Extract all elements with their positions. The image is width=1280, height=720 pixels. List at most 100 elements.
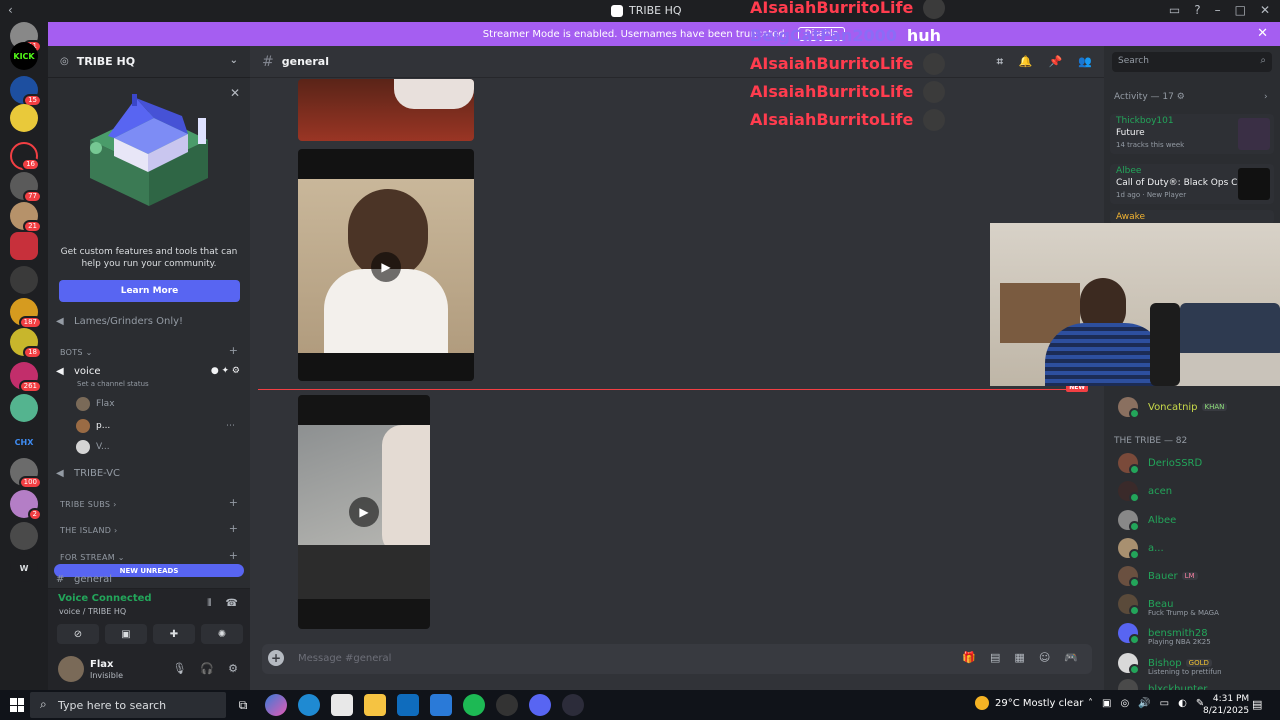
channel-lames[interactable]: ◀ Lames/Grinders Only! [56,312,242,330]
minimize-button[interactable]: – [1215,3,1221,17]
bell-icon[interactable]: 🔔 [1019,55,1033,69]
server-header[interactable]: ◎ TRIBE HQ ⌄ [48,46,250,78]
server-icon[interactable] [10,522,38,550]
app-icon[interactable] [430,694,452,716]
add-attachment-icon[interactable]: + [268,650,284,666]
gear-icon[interactable]: ⚙ [228,662,238,675]
category-tribe-subs[interactable]: TRIBE SUBS › [60,500,117,509]
add-channel-icon[interactable]: + [229,522,238,535]
avatar[interactable] [58,656,84,682]
video-attachment[interactable]: ▶ [298,149,474,381]
inbox-icon[interactable]: ▭ [1169,3,1180,17]
member-item[interactable]: Voncatnip KHAN [1118,396,1228,419]
activity-header[interactable]: Activity — 17 ⚙ › [1114,92,1268,102]
video-attachment[interactable]: ▶ [298,395,430,629]
channel-tribe-vc[interactable]: ◀ TRIBE-VC [56,464,242,482]
server-icon[interactable]: 16 [10,142,40,171]
clock[interactable]: 4:31 PM 8/21/2025 [1203,693,1249,717]
close-promo-icon[interactable]: ✕ [230,86,240,100]
category-bots[interactable]: BOTS ⌄ [60,348,93,357]
sticker-icon[interactable]: ▦ [1014,651,1024,664]
chevron-down-icon[interactable]: ⌄ [230,55,238,66]
gift-icon[interactable]: 🎁 [962,651,976,664]
server-icon[interactable] [10,266,38,294]
server-icon[interactable]: 18 [10,328,42,359]
edge-icon[interactable] [298,694,320,716]
server-icon-w[interactable]: W [10,554,38,582]
folder-icon[interactable] [364,694,386,716]
network-icon[interactable]: ▭ [1160,698,1169,709]
voice-user[interactable]: Flax [76,395,115,413]
volume-icon[interactable]: 🔊 [1138,698,1150,709]
channel-status[interactable]: Set a channel status [77,380,149,388]
server-icon[interactable]: 21 [10,202,42,233]
learn-more-button[interactable]: Learn More [59,280,240,302]
search-input[interactable]: Search ⌕ [1112,52,1272,72]
server-icon[interactable]: 261 [10,362,42,393]
close-window-button[interactable]: ✕ [1260,3,1270,17]
outlook-icon[interactable] [397,694,419,716]
video-attachment[interactable] [298,79,474,141]
play-icon[interactable]: ▶ [371,252,401,282]
server-icon[interactable]: 187 [10,298,42,329]
chevron-right-icon[interactable]: › [1264,92,1268,102]
help-icon[interactable]: ? [1194,3,1200,17]
server-icon[interactable] [10,394,38,422]
message-input[interactable]: Message #general [298,653,391,664]
member-item[interactable]: Albee [1118,509,1176,532]
server-icon[interactable]: 77 [10,172,42,203]
tray-app-icon[interactable]: ▣ [1102,698,1111,709]
server-icon[interactable]: 100 [10,458,42,489]
threads-icon[interactable]: ⌗ [997,55,1003,69]
activity-card[interactable]: Thickboy101 Future 14 tracks this week [1110,114,1274,154]
disconnect-icon[interactable]: ☎ [226,598,238,609]
activity-button[interactable]: ✚ [153,624,195,644]
member-list-icon[interactable]: 👥 [1078,55,1092,69]
member-item[interactable]: acen [1118,480,1172,503]
server-icon[interactable]: 15 [10,76,42,107]
obs-icon[interactable] [496,694,518,716]
channel-voice[interactable]: ◀ voice ● ✦ ⚙ [56,362,242,380]
server-icon-kick[interactable]: KICK [10,42,38,70]
member-item[interactable]: Beau Fuck Trump & MAGA [1118,593,1219,617]
noise-suppression-icon[interactable]: ⦀ [207,598,211,609]
spotify-icon[interactable] [463,694,485,716]
voice-location[interactable]: voice / TRIBE HQ [59,607,126,616]
add-channel-icon[interactable]: + [229,496,238,509]
tray-app-icon[interactable]: ◐ [1178,698,1187,709]
camera-off-button[interactable]: ⊘ [57,624,99,644]
category-the-island[interactable]: THE ISLAND › [60,526,118,535]
taskbar-search[interactable]: ⌕ Type here to search [30,692,226,718]
add-channel-icon[interactable]: + [229,549,238,562]
server-icon-chx[interactable]: CHX [10,428,38,456]
start-button[interactable] [10,698,24,712]
member-item[interactable]: blxckhunter [1118,678,1207,690]
server-icon[interactable] [10,104,38,132]
member-item[interactable]: Bauer LM [1118,565,1198,588]
app-icon[interactable] [562,694,584,716]
notification-icon[interactable]: ▤ [1252,698,1262,711]
weather-widget[interactable]: 29°C Mostly clear [975,696,1083,710]
microphone-icon[interactable]: 🎙 [172,662,186,675]
soundboard-button[interactable]: ✺ [201,624,243,644]
gif-icon[interactable]: ▤ [990,651,1000,664]
more-options-icon[interactable]: ⋯ [226,421,235,431]
member-item[interactable]: bensmith28 Playing NBA 2K25 [1118,622,1211,646]
store-icon[interactable] [331,694,353,716]
pin-icon[interactable]: 📌 [1049,55,1063,69]
task-view-icon[interactable]: ⧉ [232,694,254,716]
member-item[interactable]: a... [1118,537,1164,560]
server-icon[interactable]: 2 [10,490,42,521]
activity-card[interactable]: Albee Call of Duty®: Black Ops C... 1d a… [1110,164,1274,204]
discord-icon[interactable] [529,694,551,716]
tray-app-icon[interactable]: ◎ [1120,698,1129,709]
emoji-icon[interactable]: ☺ [1039,651,1050,664]
chevron-up-icon[interactable]: ˄ [1088,698,1093,709]
activity-card[interactable]: Awake [1110,210,1274,224]
back-icon[interactable]: ‹ [8,3,13,17]
voice-user[interactable]: V... [76,438,110,456]
voice-user[interactable]: p... ⋯ [76,417,235,435]
server-icon[interactable] [10,232,38,260]
member-item[interactable]: Bishop GOLD Listening to prettifun [1118,652,1222,676]
copilot-icon[interactable] [265,694,287,716]
